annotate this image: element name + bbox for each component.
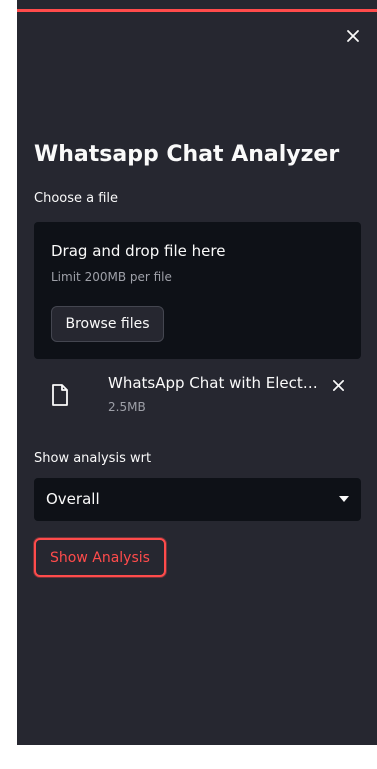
- file-dropzone[interactable]: Drag and drop file here Limit 200MB per …: [34, 222, 361, 359]
- close-icon: [332, 379, 344, 391]
- analysis-select-value: Overall: [46, 490, 100, 508]
- remove-file-button[interactable]: [329, 376, 347, 394]
- uploaded-file-name: WhatsApp Chat with Electr…: [108, 374, 318, 392]
- top-accent-bar: [17, 9, 377, 12]
- dropzone-instructions: Drag and drop file here: [51, 242, 226, 260]
- caret-down-icon: [339, 496, 349, 502]
- analysis-wrt-select[interactable]: Overall: [34, 478, 361, 521]
- browse-files-button[interactable]: Browse files: [51, 306, 164, 342]
- show-analysis-button[interactable]: Show Analysis: [34, 538, 166, 577]
- dropzone-limit: Limit 200MB per file: [51, 270, 172, 284]
- sidebar: Whatsapp Chat Analyzer Choose a file Dra…: [17, 0, 377, 745]
- close-icon: [347, 30, 359, 42]
- uploaded-file: WhatsApp Chat with Electr… 2.5MB: [34, 368, 361, 420]
- analysis-select-label: Show analysis wrt: [34, 451, 152, 466]
- app-title: Whatsapp Chat Analyzer: [34, 142, 340, 167]
- close-sidebar-button[interactable]: [343, 26, 363, 46]
- file-uploader-label: Choose a file: [34, 191, 119, 206]
- uploaded-file-size: 2.5MB: [108, 400, 146, 414]
- file-icon: [52, 384, 68, 406]
